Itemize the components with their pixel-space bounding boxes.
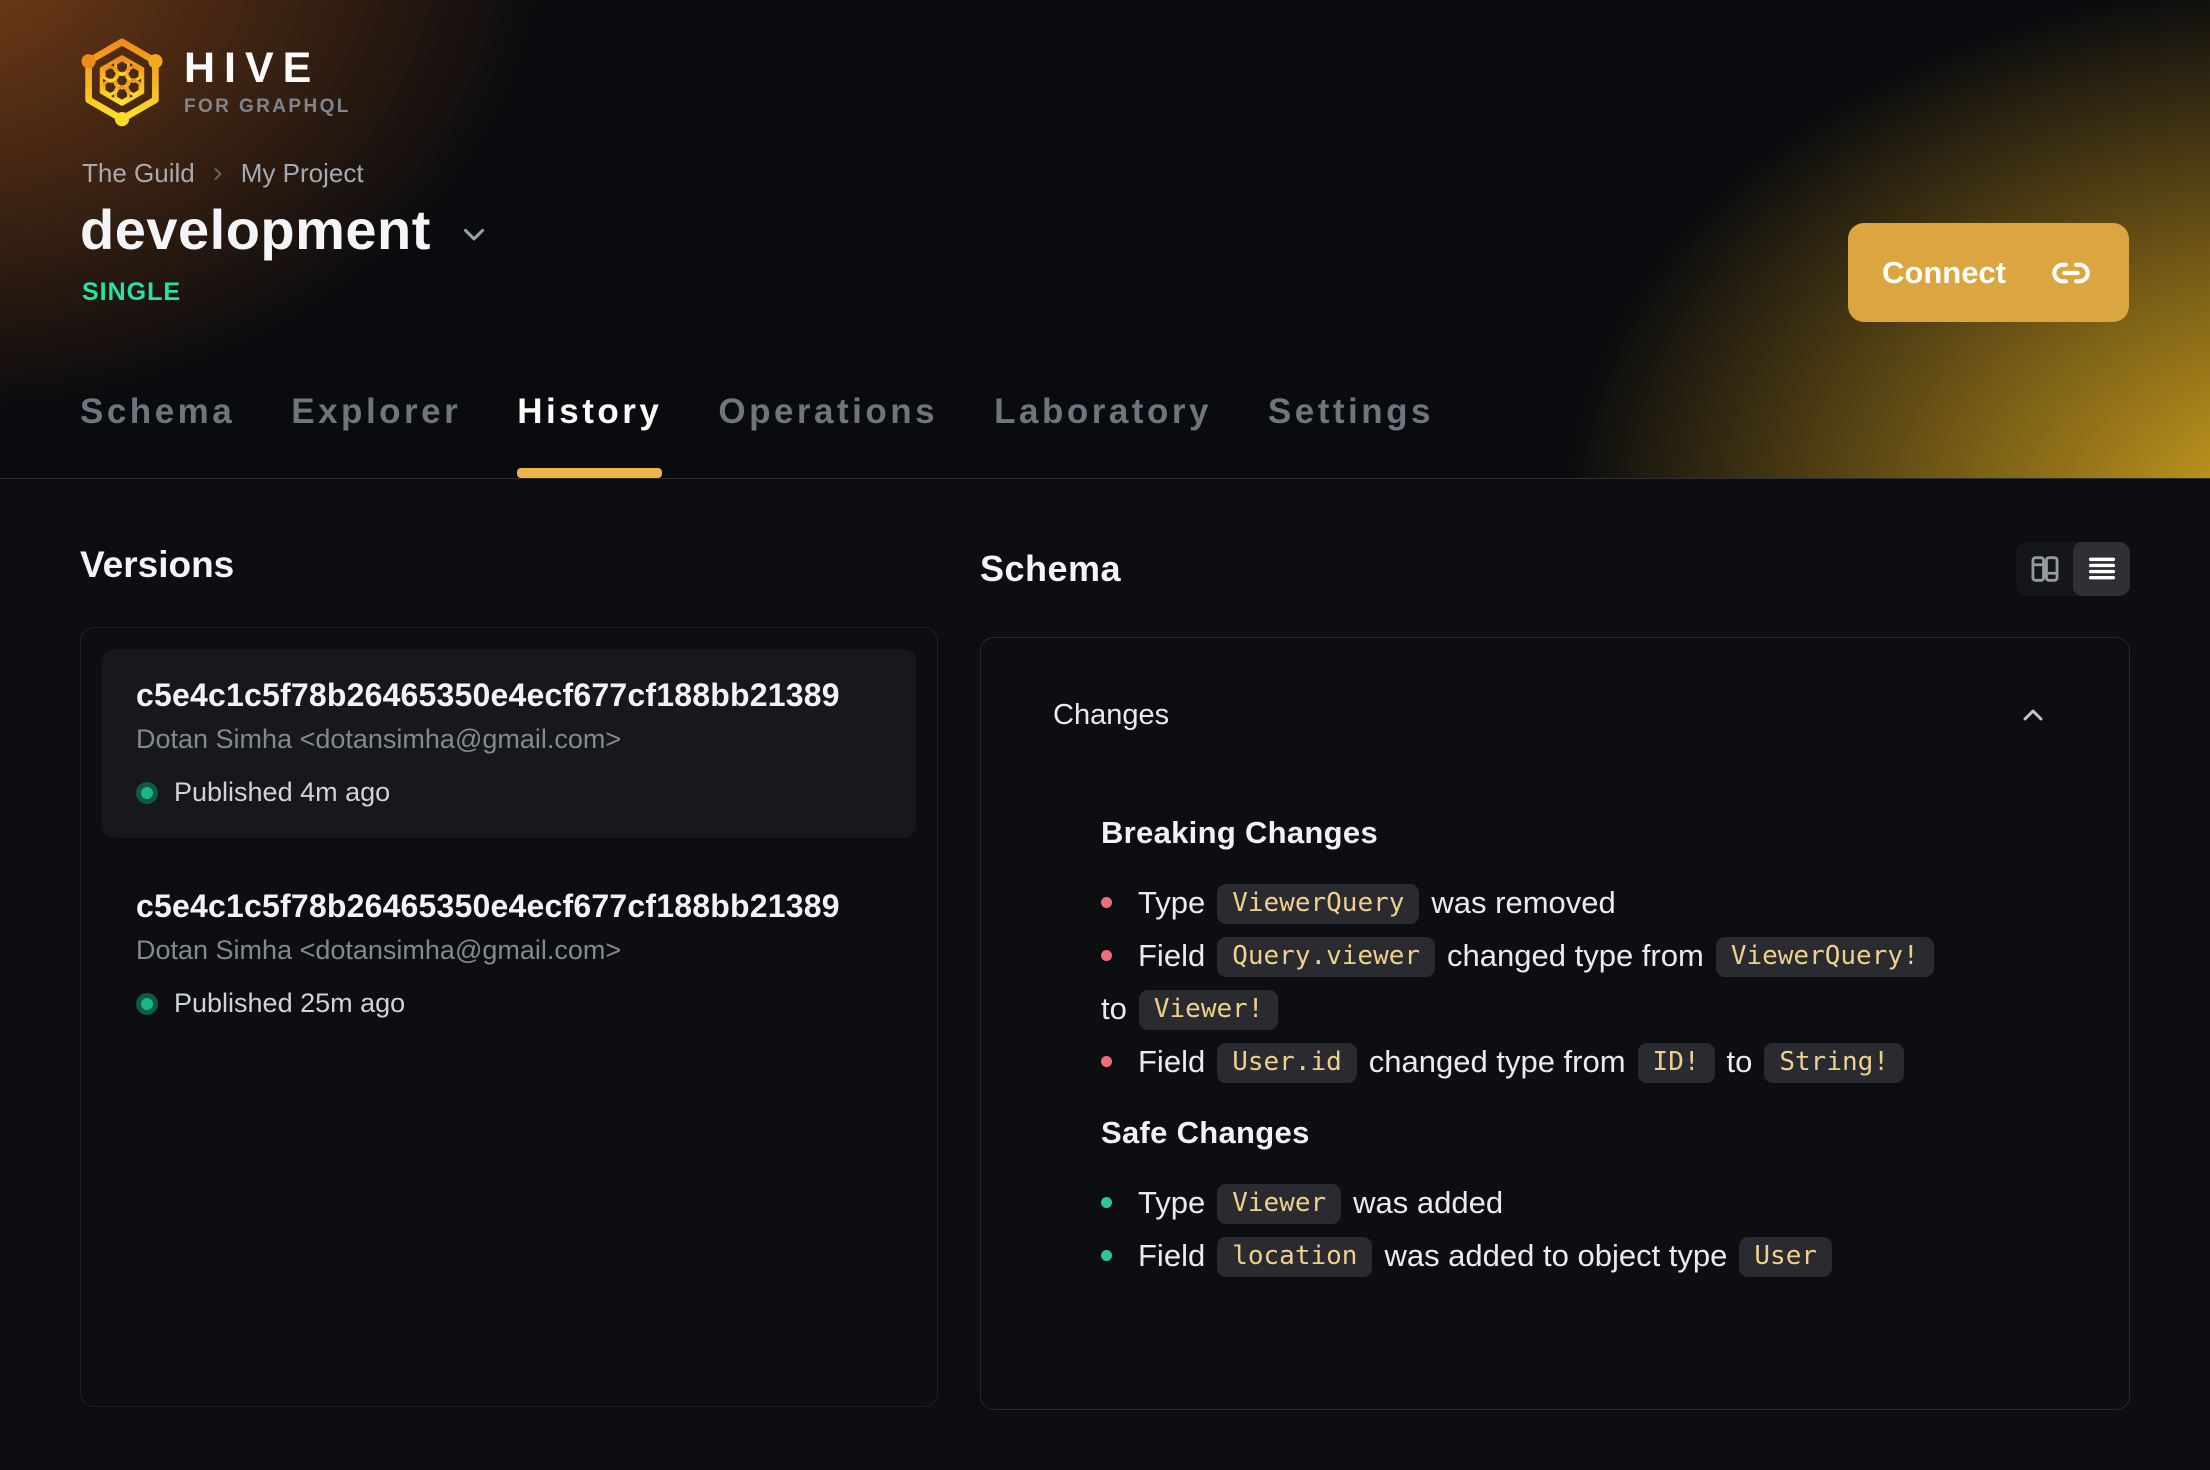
columns-icon [2031, 556, 2058, 582]
published-dot-icon [136, 781, 158, 804]
title-row: development [80, 198, 491, 262]
versions-heading: Versions [80, 544, 235, 585]
change-group-title: Breaking Changes [1101, 815, 1378, 850]
code-chip: ID! [1637, 1043, 1715, 1083]
change-list: Type Viewer was added Field location was adde… [1101, 1176, 2049, 1282]
tab-settings[interactable]: Settings [1268, 392, 1434, 478]
page: HIVE FOR GRAPHQL The Guild My Project de… [0, 0, 2210, 1470]
view-toggle [2016, 542, 2130, 596]
change-item: Field User.id changed type from ID! to String… [1101, 1035, 2049, 1088]
target-mode-badge: SINGLE [82, 278, 182, 306]
changes-panel: Changes Breaking Changes Type ViewerQuery w… [980, 637, 2130, 1410]
version-card[interactable]: c5e4c1c5f78b26465350e4ecf677cf188bb21389… [102, 860, 916, 1049]
code-chip: Viewer! [1138, 990, 1279, 1030]
list-view-button[interactable] [2073, 542, 2130, 596]
version-status-text: Published 4m ago [174, 777, 391, 807]
published-dot-icon [136, 992, 158, 1015]
brand-name: HIVE [184, 44, 321, 93]
columns-view-button[interactable] [2016, 542, 2073, 596]
bullet-icon [1101, 1197, 1112, 1209]
changes-body: Breaking Changes Type ViewerQuery was remov… [1101, 814, 2049, 1282]
version-status-text: Published 25m ago [174, 988, 406, 1018]
connect-label: Connect [1882, 254, 2006, 290]
bullet-icon [1101, 1056, 1112, 1068]
bullet-icon [1101, 1250, 1112, 1262]
page-title: development [80, 198, 431, 261]
bullet-icon [1101, 950, 1112, 962]
tab-bar: Schema Explorer History Operations Laborator… [80, 392, 1434, 478]
schema-heading: Schema [980, 548, 1122, 589]
change-item: Type Viewer was added [1101, 1176, 2049, 1229]
chevron-right-icon [208, 164, 228, 184]
change-group: Safe Changes Type Viewer was added Field loca… [1101, 1114, 2049, 1282]
version-hash: c5e4c1c5f78b26465350e4ecf677cf188bb21389 [136, 677, 840, 713]
version-card[interactable]: c5e4c1c5f78b26465350e4ecf677cf188bb21389… [102, 649, 916, 838]
schema-section: Schema Changes Breaking Changes Type Vie… [980, 479, 2130, 1410]
schema-header: Schema [980, 541, 2130, 597]
code-chip: User [1739, 1237, 1833, 1277]
change-item: Type ViewerQuery was removed [1101, 876, 2049, 929]
logo-text: HIVE FOR GRAPHQL [184, 46, 351, 117]
change-item: Field Query.viewer changed type from Viewer… [1101, 929, 2049, 1035]
connect-button[interactable]: Connect [1848, 223, 2129, 322]
bullet-icon [1101, 897, 1112, 909]
code-chip: User.id [1217, 1043, 1357, 1083]
list-icon [2088, 557, 2115, 580]
changes-header: Changes [1053, 698, 2049, 732]
tab-history[interactable]: History [517, 392, 663, 478]
version-hash: c5e4c1c5f78b26465350e4ecf677cf188bb21389 [136, 888, 840, 924]
code-chip: ViewerQuery [1217, 884, 1420, 924]
code-chip: Query.viewer [1217, 937, 1436, 977]
header: HIVE FOR GRAPHQL The Guild My Project de… [0, 0, 2210, 479]
hive-logo[interactable]: HIVE FOR GRAPHQL [80, 36, 351, 128]
hive-logo-icon [81, 38, 163, 127]
change-list: Type ViewerQuery was removed Field Query.vie… [1101, 876, 2049, 1088]
target-switcher-button[interactable] [457, 217, 491, 251]
chevron-down-icon [463, 228, 484, 241]
code-chip: Viewer [1217, 1184, 1342, 1224]
version-status: Published 4m ago [136, 777, 882, 808]
change-group: Breaking Changes Type ViewerQuery was remov… [1101, 814, 2049, 1088]
chevron-up-icon [2023, 709, 2043, 721]
versions-section: Versions c5e4c1c5f78b26465350e4ecf677cf1… [80, 479, 938, 1410]
versions-list: c5e4c1c5f78b26465350e4ecf677cf188bb21389… [80, 627, 938, 1407]
breadcrumb: The Guild My Project [82, 158, 364, 189]
tab-explorer[interactable]: Explorer [291, 392, 461, 478]
version-author: Dotan Simha <dotansimha@gmail.com> [136, 724, 622, 754]
tab-laboratory[interactable]: Laboratory [994, 392, 1212, 478]
change-group-title: Safe Changes [1101, 1115, 1310, 1150]
changes-title: Changes [1053, 699, 1170, 731]
change-item: Field location was added to object type Use… [1101, 1229, 2049, 1282]
link-icon [2052, 262, 2090, 283]
tab-operations[interactable]: Operations [718, 392, 938, 478]
tab-schema[interactable]: Schema [80, 392, 235, 478]
version-status: Published 25m ago [136, 988, 882, 1019]
code-chip: location [1217, 1237, 1373, 1277]
code-chip: ViewerQuery! [1715, 937, 1934, 977]
version-author: Dotan Simha <dotansimha@gmail.com> [136, 935, 622, 965]
breadcrumb-org[interactable]: The Guild [82, 158, 195, 189]
brand-tagline: FOR GRAPHQL [184, 95, 351, 117]
collapse-button[interactable] [2017, 699, 2049, 731]
code-chip: String! [1764, 1043, 1904, 1083]
content: Versions c5e4c1c5f78b26465350e4ecf677cf1… [0, 479, 2210, 1410]
breadcrumb-project[interactable]: My Project [241, 158, 364, 189]
